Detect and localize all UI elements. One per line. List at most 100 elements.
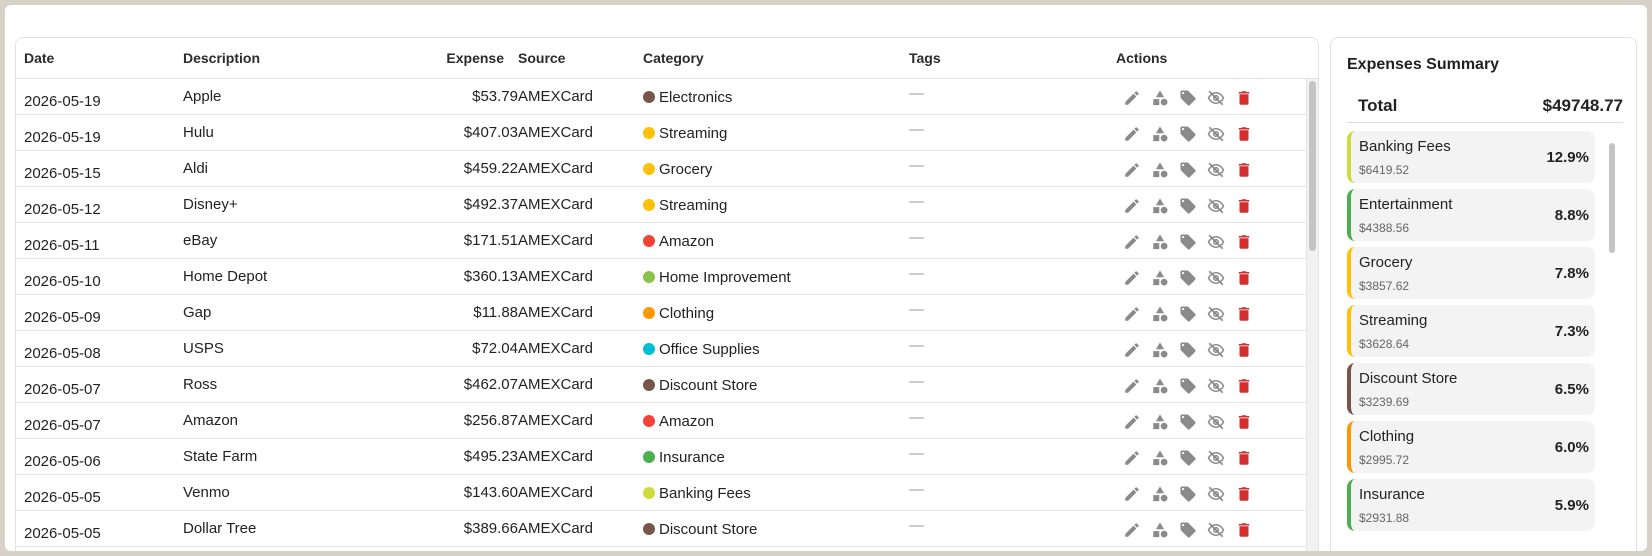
category-summary-item[interactable]: Insurance $2931.88 5.9%	[1347, 479, 1595, 531]
shapes-button[interactable]	[1151, 485, 1169, 503]
category-summary-item[interactable]: Streaming $3628.64 7.3%	[1347, 305, 1595, 357]
edit-button[interactable]	[1123, 485, 1141, 503]
column-header-tags[interactable]: Tags	[909, 38, 941, 78]
shapes-button[interactable]	[1151, 233, 1169, 251]
tag-button[interactable]	[1179, 485, 1197, 503]
visibility-off-button[interactable]	[1207, 197, 1225, 215]
tag-button[interactable]	[1179, 125, 1197, 143]
visibility-off-button[interactable]	[1207, 125, 1225, 143]
column-header-description[interactable]: Description	[183, 38, 260, 78]
table-row[interactable]: 2026-05-19 Apple $53.79 AMEXCard Electronics…	[16, 79, 1306, 115]
delete-button[interactable]	[1235, 269, 1253, 287]
column-header-source[interactable]: Source	[518, 38, 565, 78]
delete-button[interactable]	[1235, 305, 1253, 323]
category-summary-name: Grocery	[1359, 254, 1413, 271]
table-row[interactable]: 2026-05-05 Venmo $143.60 AMEXCard Banking Fe…	[16, 475, 1306, 511]
tag-button[interactable]	[1179, 377, 1197, 395]
shapes-icon	[1151, 449, 1169, 467]
delete-button[interactable]	[1235, 125, 1253, 143]
tag-button[interactable]	[1179, 161, 1197, 179]
category-summary-item[interactable]: Grocery $3857.62 7.8%	[1347, 247, 1595, 299]
table-row[interactable]: 2026-05-12 Disney+ $492.37 AMEXCard Streamin…	[16, 187, 1306, 223]
table-row[interactable]: 2026-05-11 eBay $171.51 AMEXCard Amazon —	[16, 223, 1306, 259]
table-row[interactable]: 2026-05-08 USPS $72.04 AMEXCard Office Suppl…	[16, 331, 1306, 367]
edit-button[interactable]	[1123, 197, 1141, 215]
category-summary-name: Discount Store	[1359, 370, 1458, 387]
shapes-button[interactable]	[1151, 197, 1169, 215]
edit-button[interactable]	[1123, 521, 1141, 539]
visibility-off-button[interactable]	[1207, 521, 1225, 539]
table-row[interactable]: 2026-05-07 Ross $462.07 AMEXCard Discount St…	[16, 367, 1306, 403]
shapes-button[interactable]	[1151, 413, 1169, 431]
visibility-off-button[interactable]	[1207, 89, 1225, 107]
shapes-button[interactable]	[1151, 125, 1169, 143]
delete-button[interactable]	[1235, 377, 1253, 395]
table-row[interactable]: 2026-05-10 Home Depot $360.13 AMEXCard Home …	[16, 259, 1306, 295]
tag-button[interactable]	[1179, 233, 1197, 251]
table-row[interactable]: 2026-05-09 Gap $11.88 AMEXCard Clothing —	[16, 295, 1306, 331]
category-summary-item[interactable]: Discount Store $3239.69 6.5%	[1347, 363, 1595, 415]
category-summary-item[interactable]: Entertainment $4388.56 8.8%	[1347, 189, 1595, 241]
table-row[interactable]: 2026-05-07 Amazon $256.87 AMEXCard Amazon —	[16, 403, 1306, 439]
tag-button[interactable]	[1179, 449, 1197, 467]
shapes-button[interactable]	[1151, 269, 1169, 287]
column-header-expense[interactable]: Expense	[446, 38, 504, 78]
visibility-off-button[interactable]	[1207, 269, 1225, 287]
tag-button[interactable]	[1179, 89, 1197, 107]
delete-button[interactable]	[1235, 161, 1253, 179]
shapes-button[interactable]	[1151, 521, 1169, 539]
tag-button[interactable]	[1179, 269, 1197, 287]
edit-button[interactable]	[1123, 233, 1141, 251]
shapes-button[interactable]	[1151, 89, 1169, 107]
delete-button[interactable]	[1235, 521, 1253, 539]
edit-button[interactable]	[1123, 125, 1141, 143]
column-header-date[interactable]: Date	[24, 38, 54, 78]
table-body: 2026-05-19 Apple $53.79 AMEXCard Electronics…	[16, 79, 1306, 547]
shapes-button[interactable]	[1151, 449, 1169, 467]
delete-button[interactable]	[1235, 413, 1253, 431]
summary-scrollbar[interactable]	[1607, 135, 1617, 551]
delete-button[interactable]	[1235, 233, 1253, 251]
delete-button[interactable]	[1235, 197, 1253, 215]
visibility-off-button[interactable]	[1207, 233, 1225, 251]
shapes-button[interactable]	[1151, 161, 1169, 179]
visibility-off-button[interactable]	[1207, 485, 1225, 503]
table-row[interactable]: 2026-05-19 Hulu $407.03 AMEXCard Streaming —	[16, 115, 1306, 151]
table-row[interactable]: 2026-05-06 State Farm $495.23 AMEXCard Insur…	[16, 439, 1306, 475]
shapes-button[interactable]	[1151, 305, 1169, 323]
category-summary-item[interactable]: Banking Fees $6419.52 12.9%	[1347, 131, 1595, 183]
edit-button[interactable]	[1123, 269, 1141, 287]
delete-button[interactable]	[1235, 485, 1253, 503]
tag-button[interactable]	[1179, 521, 1197, 539]
visibility-off-button[interactable]	[1207, 449, 1225, 467]
edit-button[interactable]	[1123, 161, 1141, 179]
tag-button[interactable]	[1179, 305, 1197, 323]
tag-button[interactable]	[1179, 197, 1197, 215]
tag-button[interactable]	[1179, 341, 1197, 359]
shapes-button[interactable]	[1151, 377, 1169, 395]
visibility-off-button[interactable]	[1207, 413, 1225, 431]
delete-button[interactable]	[1235, 341, 1253, 359]
summary-scrollbar-thumb[interactable]	[1609, 143, 1615, 253]
edit-button[interactable]	[1123, 449, 1141, 467]
visibility-off-button[interactable]	[1207, 377, 1225, 395]
shapes-button[interactable]	[1151, 341, 1169, 359]
category-summary-item[interactable]: Clothing $2995.72 6.0%	[1347, 421, 1595, 473]
edit-button[interactable]	[1123, 341, 1141, 359]
visibility-off-button[interactable]	[1207, 341, 1225, 359]
visibility-off-button[interactable]	[1207, 161, 1225, 179]
edit-button[interactable]	[1123, 413, 1141, 431]
table-row[interactable]: 2026-05-05 Dollar Tree $389.66 AMEXCard Disc…	[16, 511, 1306, 547]
edit-button[interactable]	[1123, 377, 1141, 395]
table-scrollbar-thumb[interactable]	[1309, 81, 1316, 251]
table-scrollbar[interactable]	[1306, 79, 1318, 551]
delete-button[interactable]	[1235, 89, 1253, 107]
row-date: 2026-05-19	[24, 93, 101, 110]
table-row[interactable]: 2026-05-15 Aldi $459.22 AMEXCard Grocery —	[16, 151, 1306, 187]
column-header-category[interactable]: Category	[643, 38, 704, 78]
edit-button[interactable]	[1123, 305, 1141, 323]
tag-button[interactable]	[1179, 413, 1197, 431]
delete-button[interactable]	[1235, 449, 1253, 467]
visibility-off-button[interactable]	[1207, 305, 1225, 323]
edit-button[interactable]	[1123, 89, 1141, 107]
